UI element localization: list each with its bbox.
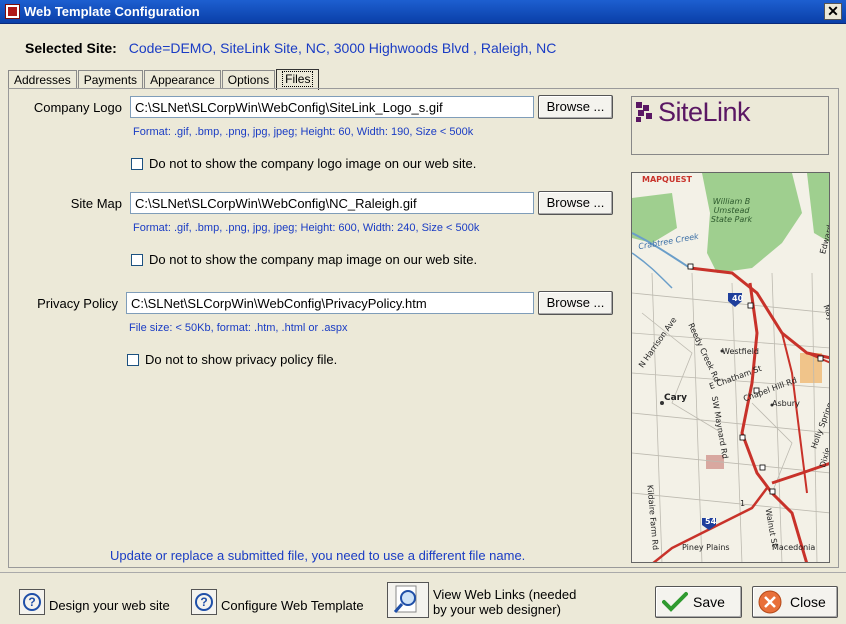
tab-strip: Addresses Payments Appearance Options Fi… xyxy=(8,67,320,90)
site-map-browse-button[interactable]: Browse ... xyxy=(538,191,613,215)
design-web-site-label[interactable]: Design your web site xyxy=(49,598,170,613)
map-interstate-label: 40 xyxy=(732,294,744,303)
company-logo-hint: Format: .gif, .bmp, .png, jpg, jpeg; Hei… xyxy=(133,126,474,138)
tab-appearance[interactable]: Appearance xyxy=(144,70,221,89)
window-title: Web Template Configuration xyxy=(24,4,200,19)
site-map-preview: MAPQUEST William B Umstead State Park Cr… xyxy=(631,172,830,563)
hide-privacy-checkbox-label: Do not to show privacy policy file. xyxy=(145,352,338,367)
configure-help-button[interactable]: ? xyxy=(191,589,217,615)
hide-map-checkbox-box[interactable] xyxy=(131,253,143,266)
magnifier-icon xyxy=(393,585,417,613)
file-name-note: Update or replace a submitted file, you … xyxy=(110,548,526,563)
company-logo-browse-button[interactable]: Browse ... xyxy=(538,95,613,119)
map-place-piney-plains: Piney Plains xyxy=(682,543,730,552)
hide-logo-checkbox-label: Do not to show the company logo image on… xyxy=(149,156,477,171)
hide-privacy-checkbox-box[interactable] xyxy=(127,353,139,366)
tab-addresses[interactable]: Addresses xyxy=(8,70,77,89)
site-map-hint: Format: .gif, .bmp, .png, jpg, jpeg; Hei… xyxy=(133,222,480,234)
tab-payments[interactable]: Payments xyxy=(77,70,144,89)
close-icon xyxy=(758,590,782,614)
hide-map-checkbox-label: Do not to show the company map image on … xyxy=(149,252,478,267)
map-route-1-label: 1 xyxy=(740,499,746,508)
sitelink-logo-icon xyxy=(636,102,652,122)
save-button-label: Save xyxy=(693,594,725,610)
question-icon: ? xyxy=(195,593,213,611)
app-icon xyxy=(5,4,20,19)
map-park-label: William B Umstead State Park xyxy=(710,197,753,224)
view-web-links-button[interactable] xyxy=(387,582,429,618)
title-bar: Web Template Configuration ✕ xyxy=(0,0,846,24)
tab-options[interactable]: Options xyxy=(221,70,276,89)
map-route-54-label: 54 xyxy=(705,517,717,526)
tab-files[interactable]: Files xyxy=(276,69,320,90)
map-place-asbury: Asbury xyxy=(772,399,800,408)
privacy-policy-label: Privacy Policy xyxy=(37,296,118,311)
company-logo-label: Company Logo xyxy=(33,100,122,115)
hide-privacy-checkbox[interactable]: Do not to show privacy policy file. xyxy=(127,352,337,367)
hide-logo-checkbox[interactable]: Do not to show the company logo image on… xyxy=(131,156,476,171)
configure-template-label[interactable]: Configure Web Template xyxy=(221,598,364,613)
privacy-policy-hint: File size: < 50Kb, format: .htm, .html o… xyxy=(129,322,348,334)
map-place-macedonia: Macedonia xyxy=(772,543,816,552)
map-place-cary: Cary xyxy=(664,393,687,403)
window-close-button[interactable]: ✕ xyxy=(824,3,842,20)
design-help-button[interactable]: ? xyxy=(19,589,45,615)
checkmark-icon xyxy=(662,592,688,612)
selected-site: Selected Site: Code=DEMO, SiteLink Site,… xyxy=(25,40,556,56)
map-brand-label: MAPQUEST xyxy=(642,175,692,184)
save-button[interactable]: Save xyxy=(655,586,742,618)
company-logo-path-field[interactable]: C:\SLNet\SLCorpWin\WebConfig\SiteLink_Lo… xyxy=(130,96,534,118)
logo-preview-text: SiteLink xyxy=(658,97,751,127)
selected-site-value: Code=DEMO, SiteLink Site, NC, 3000 Highw… xyxy=(128,40,557,56)
privacy-policy-path-field[interactable]: C:\SLNet\SLCorpWin\WebConfig\PrivacyPoli… xyxy=(126,292,534,314)
hide-logo-checkbox-box[interactable] xyxy=(131,157,143,170)
hide-map-checkbox[interactable]: Do not to show the company map image on … xyxy=(131,252,477,267)
question-icon: ? xyxy=(23,593,41,611)
logo-preview: SiteLink xyxy=(631,96,829,155)
view-web-links-label[interactable]: View Web Links (needed by your web desig… xyxy=(433,587,593,617)
site-map-label: Site Map xyxy=(70,196,122,211)
selected-site-label: Selected Site: xyxy=(25,40,117,56)
privacy-policy-browse-button[interactable]: Browse ... xyxy=(538,291,613,315)
close-button-label: Close xyxy=(790,594,826,610)
map-graphic xyxy=(632,173,829,562)
map-place-westfield: Westfield xyxy=(722,347,759,356)
close-button[interactable]: Close xyxy=(752,586,838,618)
site-map-path-field[interactable]: C:\SLNet\SLCorpWin\WebConfig\NC_Raleigh.… xyxy=(130,192,534,214)
